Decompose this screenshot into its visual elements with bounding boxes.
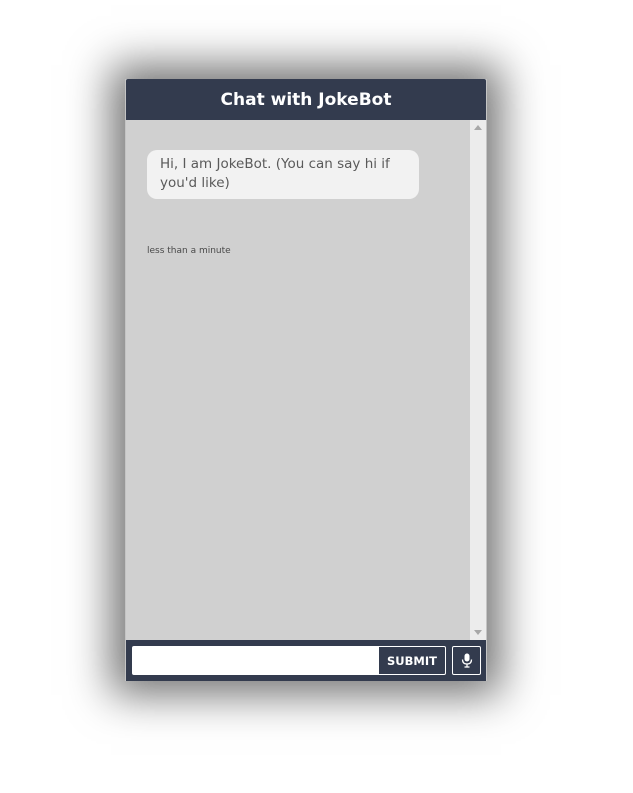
message-input[interactable] <box>132 646 378 675</box>
chat-window: Chat with JokeBot Hi, I am JokeBot. (You… <box>125 79 487 681</box>
message-timestamp: less than a minute <box>147 246 231 256</box>
input-bar: SUBMIT <box>126 640 486 681</box>
bot-message-bubble: Hi, I am JokeBot. (You can say hi if you… <box>147 150 419 199</box>
scroll-down-arrow-icon[interactable] <box>474 630 482 635</box>
submit-button[interactable]: SUBMIT <box>378 646 446 675</box>
microphone-button[interactable] <box>452 646 481 675</box>
message-list[interactable]: Hi, I am JokeBot. (You can say hi if you… <box>126 120 470 640</box>
chat-header-title: Chat with JokeBot <box>126 79 486 120</box>
microphone-icon <box>461 653 472 668</box>
scroll-up-arrow-icon[interactable] <box>474 125 482 130</box>
message-scrollbar[interactable] <box>470 120 486 640</box>
